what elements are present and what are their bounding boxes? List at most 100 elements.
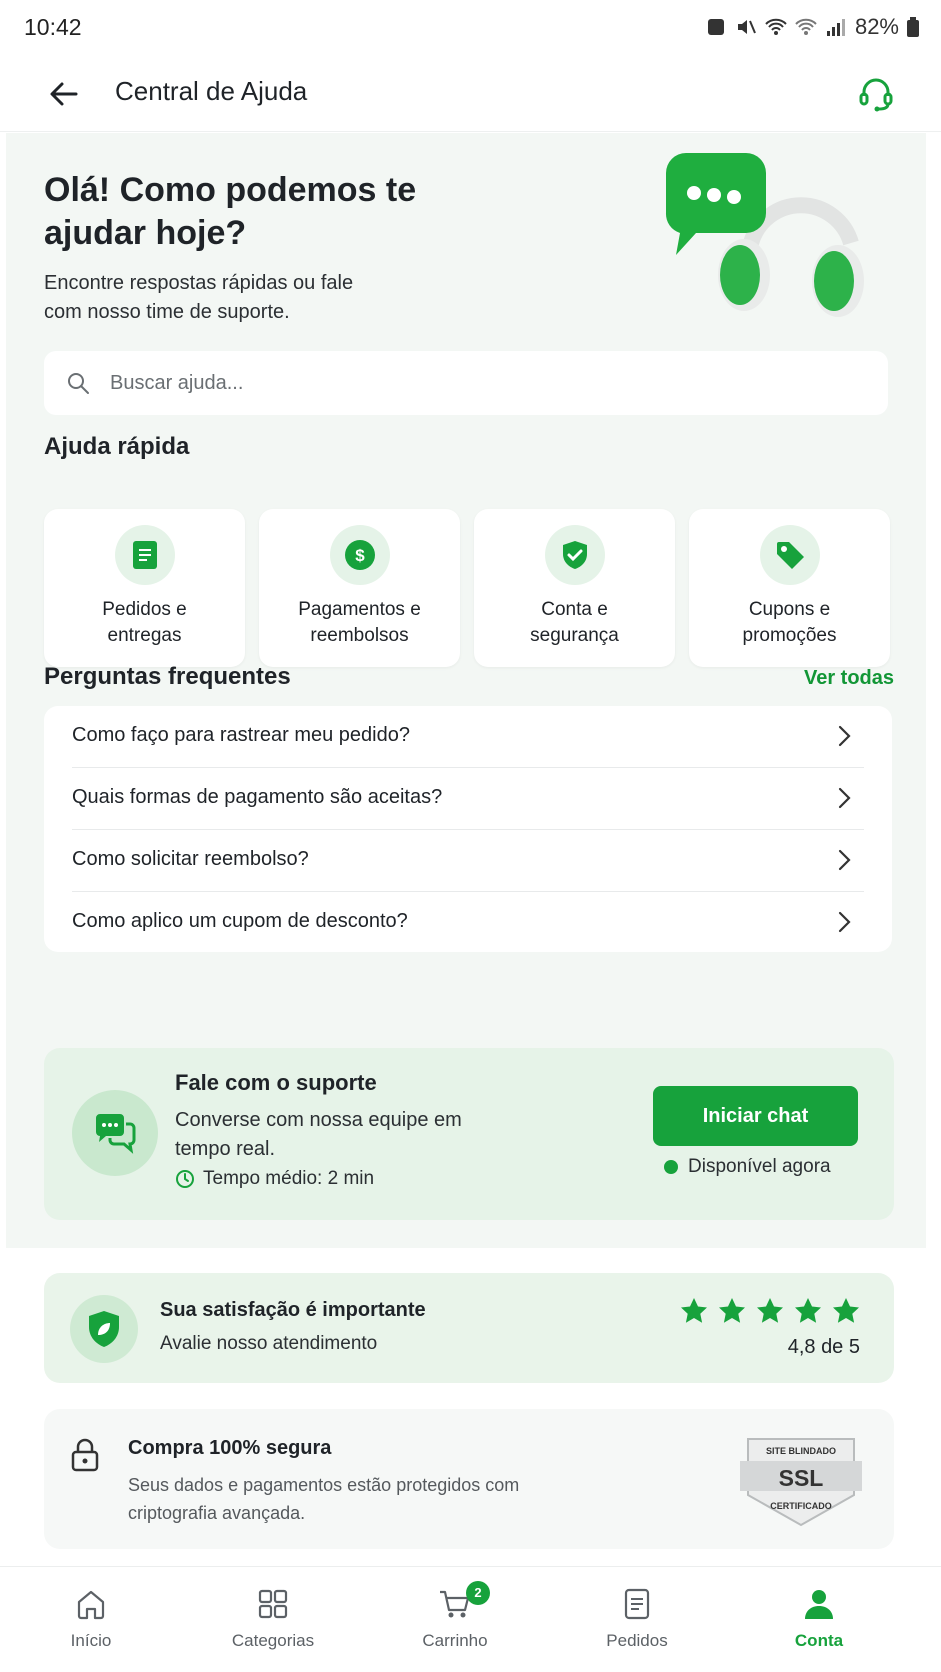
clock-icon [176, 1170, 194, 1188]
satisfaction-subtitle: Avalie nosso atendimento [160, 1333, 378, 1354]
quick-help-coupons[interactable]: Cupons e promoções [689, 509, 890, 667]
support-title: Fale com o suporte [175, 1070, 377, 1095]
back-arrow-icon[interactable] [44, 74, 84, 114]
battery-percent: 82% [854, 14, 899, 39]
quick-help-account[interactable]: Conta e segurança [474, 509, 675, 667]
quick-help-payments-icon-bg: $ [330, 525, 390, 585]
person-icon [805, 1590, 833, 1619]
chevron-right-icon [838, 787, 851, 809]
nav-account[interactable]: Conta [728, 1567, 910, 1672]
faq-question: Quais formas de pagamento são aceitas? [72, 786, 443, 808]
star-icon[interactable] [680, 1297, 708, 1325]
support-icon-bg [72, 1090, 158, 1176]
bottom-navigation: Início Categorias 2 Carrinho Pedidos Con… [0, 1566, 941, 1672]
status-bar: 10:42 82% [0, 0, 941, 56]
availability-text: Disponível agora [688, 1156, 831, 1177]
quick-help-account-label: Conta e segurança [530, 599, 619, 646]
home-icon [77, 1590, 105, 1620]
headset-icon[interactable] [855, 72, 897, 114]
cart-count-badge: 2 [466, 1581, 490, 1605]
faq-question: Como aplico um cupom de desconto? [72, 910, 408, 932]
chevron-right-icon [838, 849, 851, 871]
search-bar[interactable] [44, 351, 888, 415]
nav-categories-label: Categorias [231, 1631, 315, 1650]
faq-item[interactable]: Quais formas de pagamento são aceitas? [44, 768, 892, 830]
satisfaction-title: Sua satisfação é importante [160, 1299, 426, 1321]
nav-orders[interactable]: Pedidos [546, 1567, 728, 1672]
star-rating[interactable] [680, 1297, 860, 1325]
chat-headphones-illustration-icon [665, 153, 864, 317]
chevron-right-icon [838, 911, 851, 933]
ssl-badge: SITE BLINDADO SSL CERTIFICADO [740, 1429, 862, 1529]
star-icon[interactable] [756, 1297, 784, 1325]
quick-help-payments-label: Pagamentos e reembolsos [298, 599, 421, 646]
nav-account-label: Conta [794, 1631, 844, 1650]
ssl-badge-top: SITE BLINDADO [765, 1446, 836, 1456]
faq-question: Como solicitar reembolso? [72, 848, 309, 870]
grid-icon [258, 1589, 288, 1619]
secure-purchase-card: Compra 100% segura Seus dados e pagament… [44, 1409, 894, 1549]
hero-title: Olá! Como podemos te ajudar hoje? [44, 171, 417, 252]
faq-item[interactable]: Como aplico um cupom de desconto? [44, 892, 892, 954]
document-icon [133, 541, 157, 569]
support-avg-time: Tempo médio: 2 min [175, 1168, 374, 1190]
star-icon[interactable] [794, 1297, 822, 1325]
nav-categories[interactable]: Categorias [182, 1567, 364, 1672]
status-icons: 82% [705, 14, 919, 40]
tag-icon [777, 542, 804, 569]
orders-icon [624, 1588, 650, 1620]
search-icon [68, 373, 89, 394]
quick-help-coupons-label: Cupons e promoções [742, 599, 837, 646]
star-icon[interactable] [832, 1297, 860, 1325]
signal-icon [826, 19, 845, 36]
nfc-icon [707, 19, 724, 35]
lock-icon [71, 1438, 99, 1472]
search-input[interactable] [110, 351, 870, 415]
satisfaction-icon-bg [70, 1295, 138, 1363]
support-avg-time-text: Tempo médio: 2 min [203, 1168, 375, 1189]
quick-help-grid: Pedidos e entregas $ Pagamentos e reembo… [44, 509, 892, 667]
nav-home[interactable]: Início [0, 1567, 182, 1672]
battery-icon [907, 17, 919, 37]
faq-title: Perguntas frequentes [44, 663, 291, 690]
availability-status: Disponível agora [664, 1156, 831, 1178]
nav-orders-label: Pedidos [606, 1631, 668, 1650]
star-icon[interactable] [718, 1297, 746, 1325]
nav-home-label: Início [70, 1631, 112, 1650]
quick-help-account-icon-bg [545, 525, 605, 585]
rating-value: 4,8 de 5 [787, 1336, 860, 1358]
top-app-bar: Central de Ajuda [0, 56, 941, 132]
see-all-link[interactable]: Ver todas [804, 667, 894, 690]
quick-help-orders[interactable]: Pedidos e entregas [44, 509, 245, 667]
nav-cart[interactable]: 2 Carrinho [364, 1567, 546, 1672]
hero-subtitle: Encontre respostas rápidas ou fale com n… [44, 272, 354, 323]
start-chat-button[interactable]: Iniciar chat [653, 1086, 858, 1146]
secure-description: Seus dados e pagamentos estão protegidos… [128, 1475, 520, 1523]
ssl-badge-main: SSL [778, 1465, 824, 1491]
faq-question: Como faço para rastrear meu pedido? [72, 724, 410, 746]
support-description: Converse com nossa equipe em tempo real. [175, 1109, 462, 1160]
quick-help-orders-label: Pedidos e entregas [102, 599, 187, 646]
nav-cart-label: Carrinho [422, 1631, 488, 1650]
shield-check-icon [563, 541, 587, 569]
ssl-badge-bottom: CERTIFICADO [770, 1501, 832, 1511]
support-card: Fale com o suporte Converse com nossa eq… [44, 1048, 894, 1220]
page-title: Central de Ajuda [115, 76, 308, 106]
mute-icon [737, 20, 756, 34]
status-time: 10:42 [24, 14, 82, 40]
faq-list: Como faço para rastrear meu pedido? Quai… [44, 706, 892, 952]
quick-help-orders-icon-bg [115, 525, 175, 585]
quick-help-title: Ajuda rápida [44, 433, 190, 460]
faq-item[interactable]: Como faço para rastrear meu pedido? [44, 706, 892, 768]
online-dot-icon [664, 1160, 678, 1174]
shield-leaf-icon [89, 1311, 119, 1347]
quick-help-payments[interactable]: $ Pagamentos e reembolsos [259, 509, 460, 667]
satisfaction-card: Sua satisfação é importante Avalie nosso… [44, 1273, 894, 1383]
chevron-right-icon [838, 725, 851, 747]
svg-text:$: $ [355, 546, 365, 565]
chat-bubbles-icon [96, 1114, 136, 1154]
wifi-icon [765, 18, 787, 35]
faq-item[interactable]: Como solicitar reembolso? [44, 830, 892, 892]
main-content: Olá! Como podemos te ajudar hoje? Encont… [6, 133, 926, 1248]
secure-title: Compra 100% segura [128, 1437, 332, 1459]
